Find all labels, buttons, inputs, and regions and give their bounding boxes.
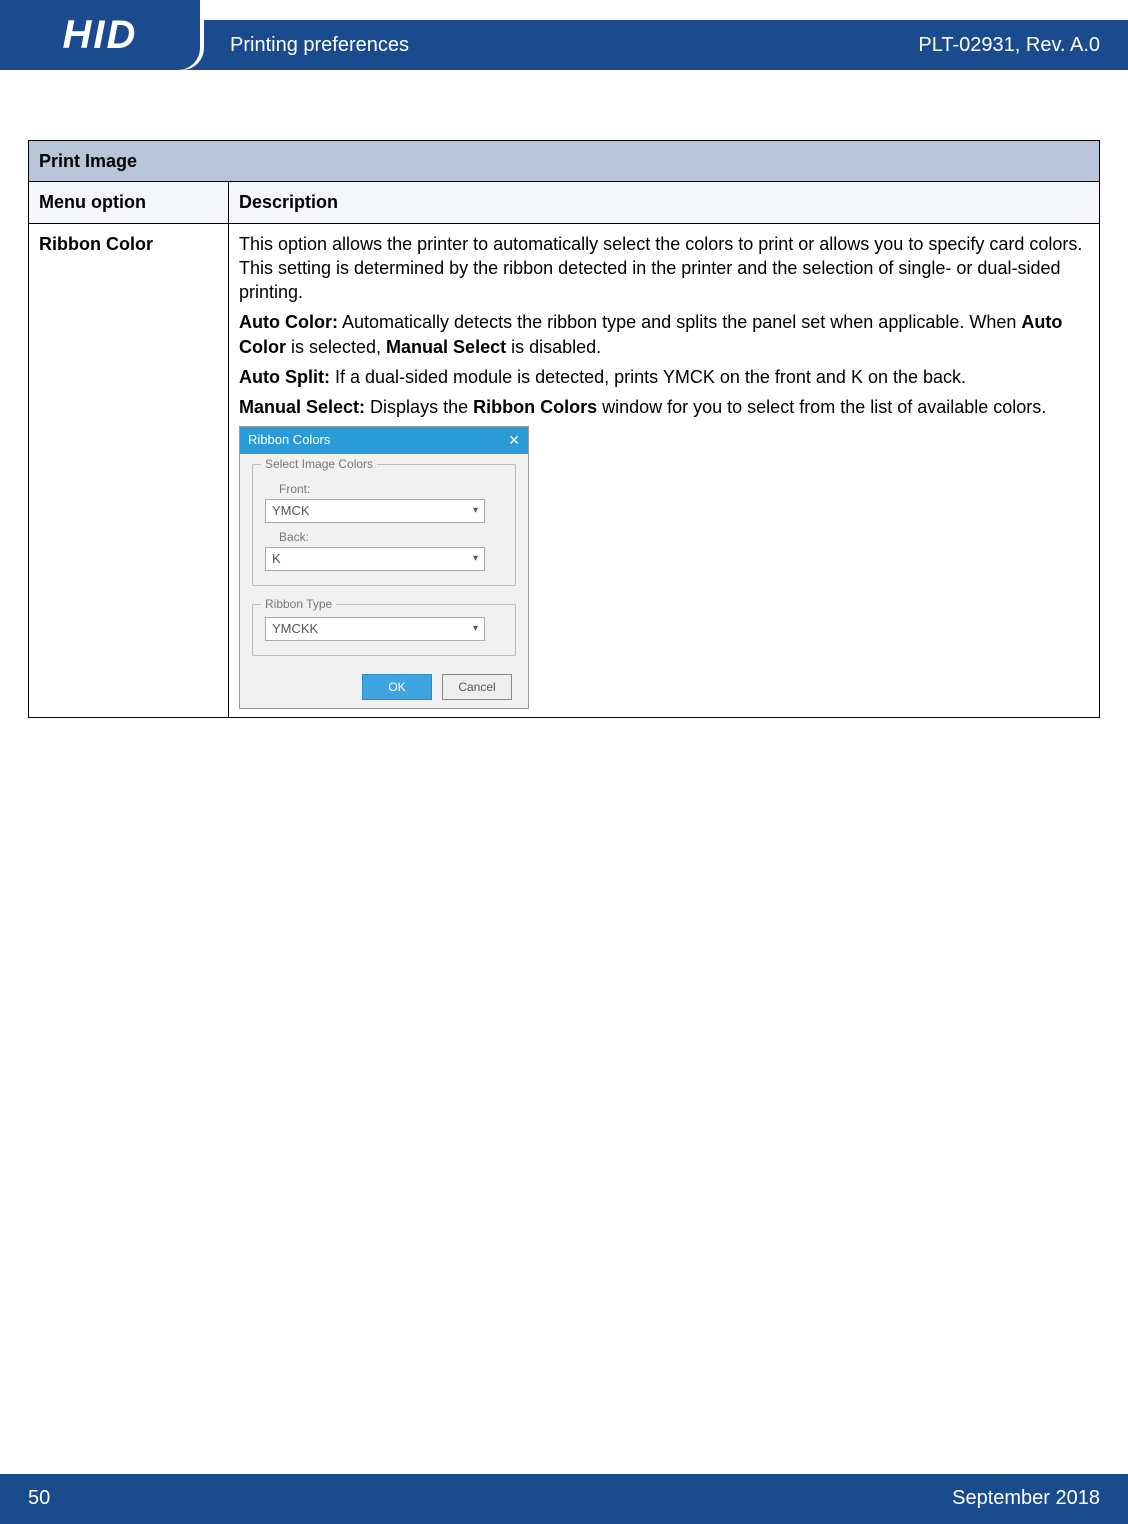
ok-button[interactable]: OK	[362, 674, 432, 700]
desc-auto-split: Auto Split: If a dual-sided module is de…	[239, 365, 1089, 389]
content-area: Print Image Menu option Description Ribb…	[28, 140, 1100, 718]
menu-option-cell: Ribbon Color	[29, 223, 229, 717]
ribbon-type-value: YMCKK	[272, 620, 318, 638]
page-title: Printing preferences	[230, 34, 409, 57]
back-label: Back:	[279, 529, 503, 545]
brand-logo: HID	[0, 0, 200, 70]
desc-intro: This option allows the printer to automa…	[239, 232, 1089, 305]
ribbon-type-group: Ribbon Type YMCKK ▾	[252, 604, 516, 656]
ribbon-colors-dialog: Ribbon Colors ✕ Select Image Colors Fron…	[239, 426, 529, 709]
manual-text-a: Displays the	[365, 397, 473, 417]
auto-color-bold2: Manual Select	[386, 337, 506, 357]
desc-manual-select: Manual Select: Displays the Ribbon Color…	[239, 395, 1089, 419]
table-title: Print Image	[29, 141, 1100, 182]
auto-split-text: If a dual-sided module is detected, prin…	[330, 367, 966, 387]
front-select[interactable]: YMCK ▾	[265, 499, 485, 523]
auto-color-text-c: is disabled.	[506, 337, 601, 357]
dialog-title-text: Ribbon Colors	[248, 431, 330, 449]
desc-auto-color: Auto Color: Automatically detects the ri…	[239, 310, 1089, 359]
chevron-down-icon: ▾	[473, 552, 478, 566]
col-header-description: Description	[229, 182, 1100, 223]
dialog-titlebar: Ribbon Colors ✕	[240, 427, 528, 454]
select-image-colors-group: Select Image Colors Front: YMCK ▾ Back: …	[252, 464, 516, 586]
front-select-value: YMCK	[272, 502, 310, 520]
footer-date: September 2018	[952, 1487, 1100, 1510]
dialog-button-row: OK Cancel	[252, 674, 516, 700]
doc-revision: PLT-02931, Rev. A.0	[918, 34, 1100, 57]
close-icon[interactable]: ✕	[508, 431, 520, 450]
description-cell: This option allows the printer to automa…	[229, 223, 1100, 717]
page-header: HID ® Printing preferences PLT-02931, Re…	[0, 0, 1128, 70]
col-header-menu: Menu option	[29, 182, 229, 223]
chevron-down-icon: ▾	[473, 504, 478, 518]
cancel-button[interactable]: Cancel	[442, 674, 512, 700]
front-label: Front:	[279, 481, 503, 497]
auto-split-label: Auto Split:	[239, 367, 330, 387]
auto-color-text-b: is selected,	[286, 337, 386, 357]
auto-color-label: Auto Color:	[239, 312, 338, 332]
manual-bold: Ribbon Colors	[473, 397, 597, 417]
chevron-down-icon: ▾	[473, 622, 478, 636]
group-legend-ribbon-type: Ribbon Type	[261, 596, 336, 612]
back-select[interactable]: K ▾	[265, 547, 485, 571]
dialog-body: Select Image Colors Front: YMCK ▾ Back: …	[240, 454, 528, 708]
manual-select-label: Manual Select:	[239, 397, 365, 417]
print-image-table: Print Image Menu option Description Ribb…	[28, 140, 1100, 718]
ribbon-type-select[interactable]: YMCKK ▾	[265, 617, 485, 641]
manual-text-b: window for you to select from the list o…	[597, 397, 1046, 417]
table-row: Ribbon Color This option allows the prin…	[29, 223, 1100, 717]
auto-color-text-a: Automatically detects the ribbon type an…	[338, 312, 1021, 332]
back-select-value: K	[272, 550, 281, 568]
page-number: 50	[28, 1487, 50, 1510]
brand-logo-text: HID	[63, 13, 138, 58]
group-legend-select-colors: Select Image Colors	[261, 456, 377, 472]
